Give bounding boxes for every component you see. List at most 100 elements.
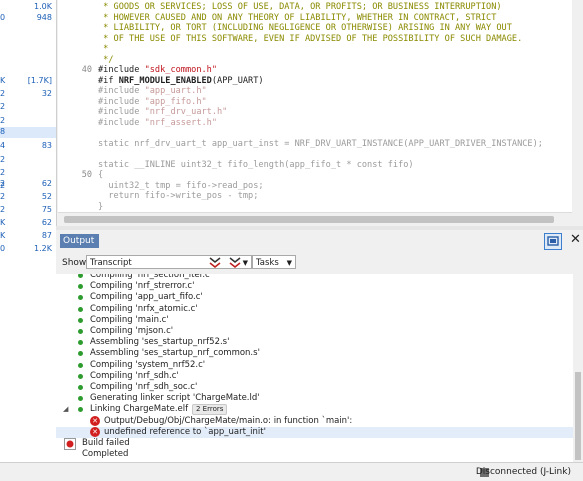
- code-line[interactable]: return fifo->write_pos - tmp;: [98, 191, 258, 201]
- code-line[interactable]: #if NRF_MODULE_ENABLED(APP_UART): [98, 76, 264, 86]
- error-item[interactable]: ✕ undefined reference to `app_uart_init': [56, 426, 573, 438]
- success-bullet-icon: [78, 329, 83, 334]
- code-line[interactable]: * OF THE USE OF THIS SOFTWARE, EVEN IF A…: [98, 34, 522, 44]
- success-bullet-icon: [78, 362, 83, 368]
- list-item[interactable]: Compiling 'main.c': [56, 315, 573, 326]
- show-select-value: Transcript: [90, 258, 132, 268]
- size-row-prefix: 2: [0, 89, 6, 98]
- editor-horizontal-scroll-thumb[interactable]: [64, 216, 554, 223]
- editor-vertical-scrollbar[interactable]: [572, 0, 583, 225]
- success-bullet-icon: [78, 340, 83, 346]
- previous-error-icon[interactable]: [208, 256, 222, 269]
- code-line[interactable]: *: [98, 44, 108, 54]
- code-line[interactable]: #include "sdk_common.h": [98, 65, 217, 75]
- size-row-value: 62: [41, 179, 52, 188]
- size-row-prefix: 2: [0, 102, 6, 111]
- success-bullet-icon: [78, 396, 83, 402]
- output-panel-header: Output ✕: [56, 230, 583, 252]
- size-row-value: 948: [36, 13, 52, 22]
- code-line[interactable]: #include "nrf_assert.h": [98, 118, 217, 128]
- code-line[interactable]: #include "app_uart.h": [98, 86, 207, 96]
- code-line[interactable]: static __INLINE uint32_t fifo_length(app…: [98, 160, 414, 170]
- list-item[interactable]: Build failed: [56, 438, 573, 450]
- list-item[interactable]: Completed: [56, 449, 573, 460]
- output-tab-label: Output: [63, 236, 95, 246]
- code-editor[interactable]: 40 50 * GOODS OR SERVICES; LOSS OF USE, D…: [58, 0, 572, 225]
- output-vertical-scrollbar[interactable]: [573, 274, 583, 462]
- list-item[interactable]: Compiling 'nrf_sdh.c': [56, 371, 573, 382]
- code-line[interactable]: {: [98, 170, 103, 180]
- size-row-prefix: 0: [0, 13, 6, 22]
- output-transcript-list[interactable]: Compiling 'nrf_section_iter.c' Compiling …: [56, 274, 573, 462]
- list-item[interactable]: Compiling 'system_nrf52.c': [56, 360, 573, 371]
- code-macro: NRF_MODULE_ENABLED: [118, 75, 212, 86]
- size-row[interactable]: 0 948: [0, 13, 56, 24]
- close-icon[interactable]: ✕: [570, 232, 581, 247]
- code-token: (APP_UART): [211, 75, 264, 86]
- code-line[interactable]: * LIABILITY, OR TORT (INCLUDING NEGLIGEN…: [98, 23, 512, 33]
- code-line[interactable]: */: [98, 55, 113, 65]
- size-row[interactable]: 2 32: [0, 89, 56, 100]
- size-row[interactable]: K 62: [0, 218, 56, 229]
- code-line[interactable]: }: [98, 202, 103, 212]
- size-row-prefix: 2: [0, 155, 6, 164]
- list-item[interactable]: Compiling 'mjson.c': [56, 326, 573, 337]
- success-bullet-icon: [78, 306, 83, 312]
- error-item[interactable]: ✕ Output/Debug/Obj/ChargeMate/main.o: in …: [56, 415, 573, 427]
- size-row[interactable]: 8: [0, 127, 56, 138]
- list-item-text: Compiling 'system_nrf52.c': [90, 359, 206, 370]
- list-item[interactable]: Assembling 'ses_startup_nrf52.s': [56, 337, 573, 348]
- output-tab[interactable]: Output: [60, 234, 99, 248]
- size-row[interactable]: 2: [0, 168, 56, 179]
- code-line[interactable]: #include "nrf_drv_uart.h": [98, 107, 227, 117]
- size-row[interactable]: 2 75: [0, 205, 56, 216]
- size-row[interactable]: 2: [0, 155, 56, 166]
- code-string: "sdk_common.h": [144, 65, 218, 75]
- editor-horizontal-scrollbar[interactable]: [58, 212, 572, 226]
- error-icon: ✕: [90, 426, 100, 437]
- tasks-select[interactable]: Tasks ▼: [252, 255, 296, 269]
- size-row[interactable]: 4 83: [0, 141, 56, 152]
- success-bullet-icon: [78, 351, 83, 357]
- size-row[interactable]: 0 1.2K: [0, 244, 56, 255]
- pin-icon[interactable]: [544, 233, 562, 250]
- list-item[interactable]: Compiling 'nrf_sdh_soc.c': [56, 382, 573, 393]
- list-item-text: Compiling 'nrf_sdh_soc.c': [90, 382, 198, 392]
- code-string: "nrf_drv_uart.h": [144, 107, 228, 117]
- success-bullet-icon: [78, 284, 83, 290]
- tasks-select-value: Tasks: [256, 258, 279, 268]
- output-scroll-thumb[interactable]: [575, 372, 581, 460]
- list-item-text: Completed: [82, 449, 129, 460]
- code-line[interactable]: #include "app_fifo.h": [98, 97, 207, 107]
- success-bullet-icon: [78, 274, 83, 278]
- size-row[interactable]: 2: [0, 116, 56, 127]
- list-item-text: Compiling 'app_uart_fifo.c': [90, 292, 203, 303]
- size-row[interactable]: 2 62: [0, 179, 56, 190]
- size-row[interactable]: K 87: [0, 231, 56, 242]
- size-row[interactable]: K] [1.7K]: [0, 76, 56, 87]
- size-row[interactable]: 2 52: [0, 192, 56, 203]
- code-line[interactable]: * HOWEVER CAUSED AND ON ANY THEORY OF LI…: [98, 13, 496, 23]
- code-line[interactable]: uint32_t tmp = fifo->read_pos;: [98, 181, 263, 191]
- list-item[interactable]: Compiling 'nrf_section_iter.c': [56, 274, 573, 281]
- size-row-value: 32: [41, 89, 52, 98]
- list-item-text: Compiling 'mjson.c': [90, 326, 174, 336]
- list-item[interactable]: Compiling 'app_uart_fifo.c': [56, 292, 573, 303]
- code-line[interactable]: static nrf_drv_uart_t app_uart_inst = NR…: [98, 139, 543, 149]
- success-bullet-icon: [78, 373, 83, 379]
- list-item[interactable]: Compiling 'nrf_strerror.c': [56, 281, 573, 292]
- size-row-value: 87: [41, 231, 52, 240]
- expand-triangle-icon[interactable]: ◢: [63, 405, 68, 413]
- code-string: "app_fifo.h": [144, 96, 207, 107]
- size-row-prefix: 2: [0, 168, 6, 177]
- list-item[interactable]: Assembling 'ses_startup_nrf_common.s': [56, 348, 573, 359]
- code-token: #include: [98, 117, 145, 128]
- next-error-icon[interactable]: [228, 256, 242, 269]
- list-item[interactable]: Generating linker script 'ChargeMate.ld': [56, 393, 573, 404]
- size-row[interactable]: 2: [0, 102, 56, 113]
- link-step-item[interactable]: ◢ Linking ChargeMate.elf 2 Errors: [56, 404, 573, 416]
- list-item[interactable]: Compiling 'nrfx_atomic.c': [56, 304, 573, 315]
- list-item-text: Compiling 'nrf_section_iter.c': [90, 274, 213, 280]
- code-line[interactable]: * GOODS OR SERVICES; LOSS OF USE, DATA, …: [98, 2, 501, 12]
- size-row[interactable]: 1.0K: [0, 2, 56, 13]
